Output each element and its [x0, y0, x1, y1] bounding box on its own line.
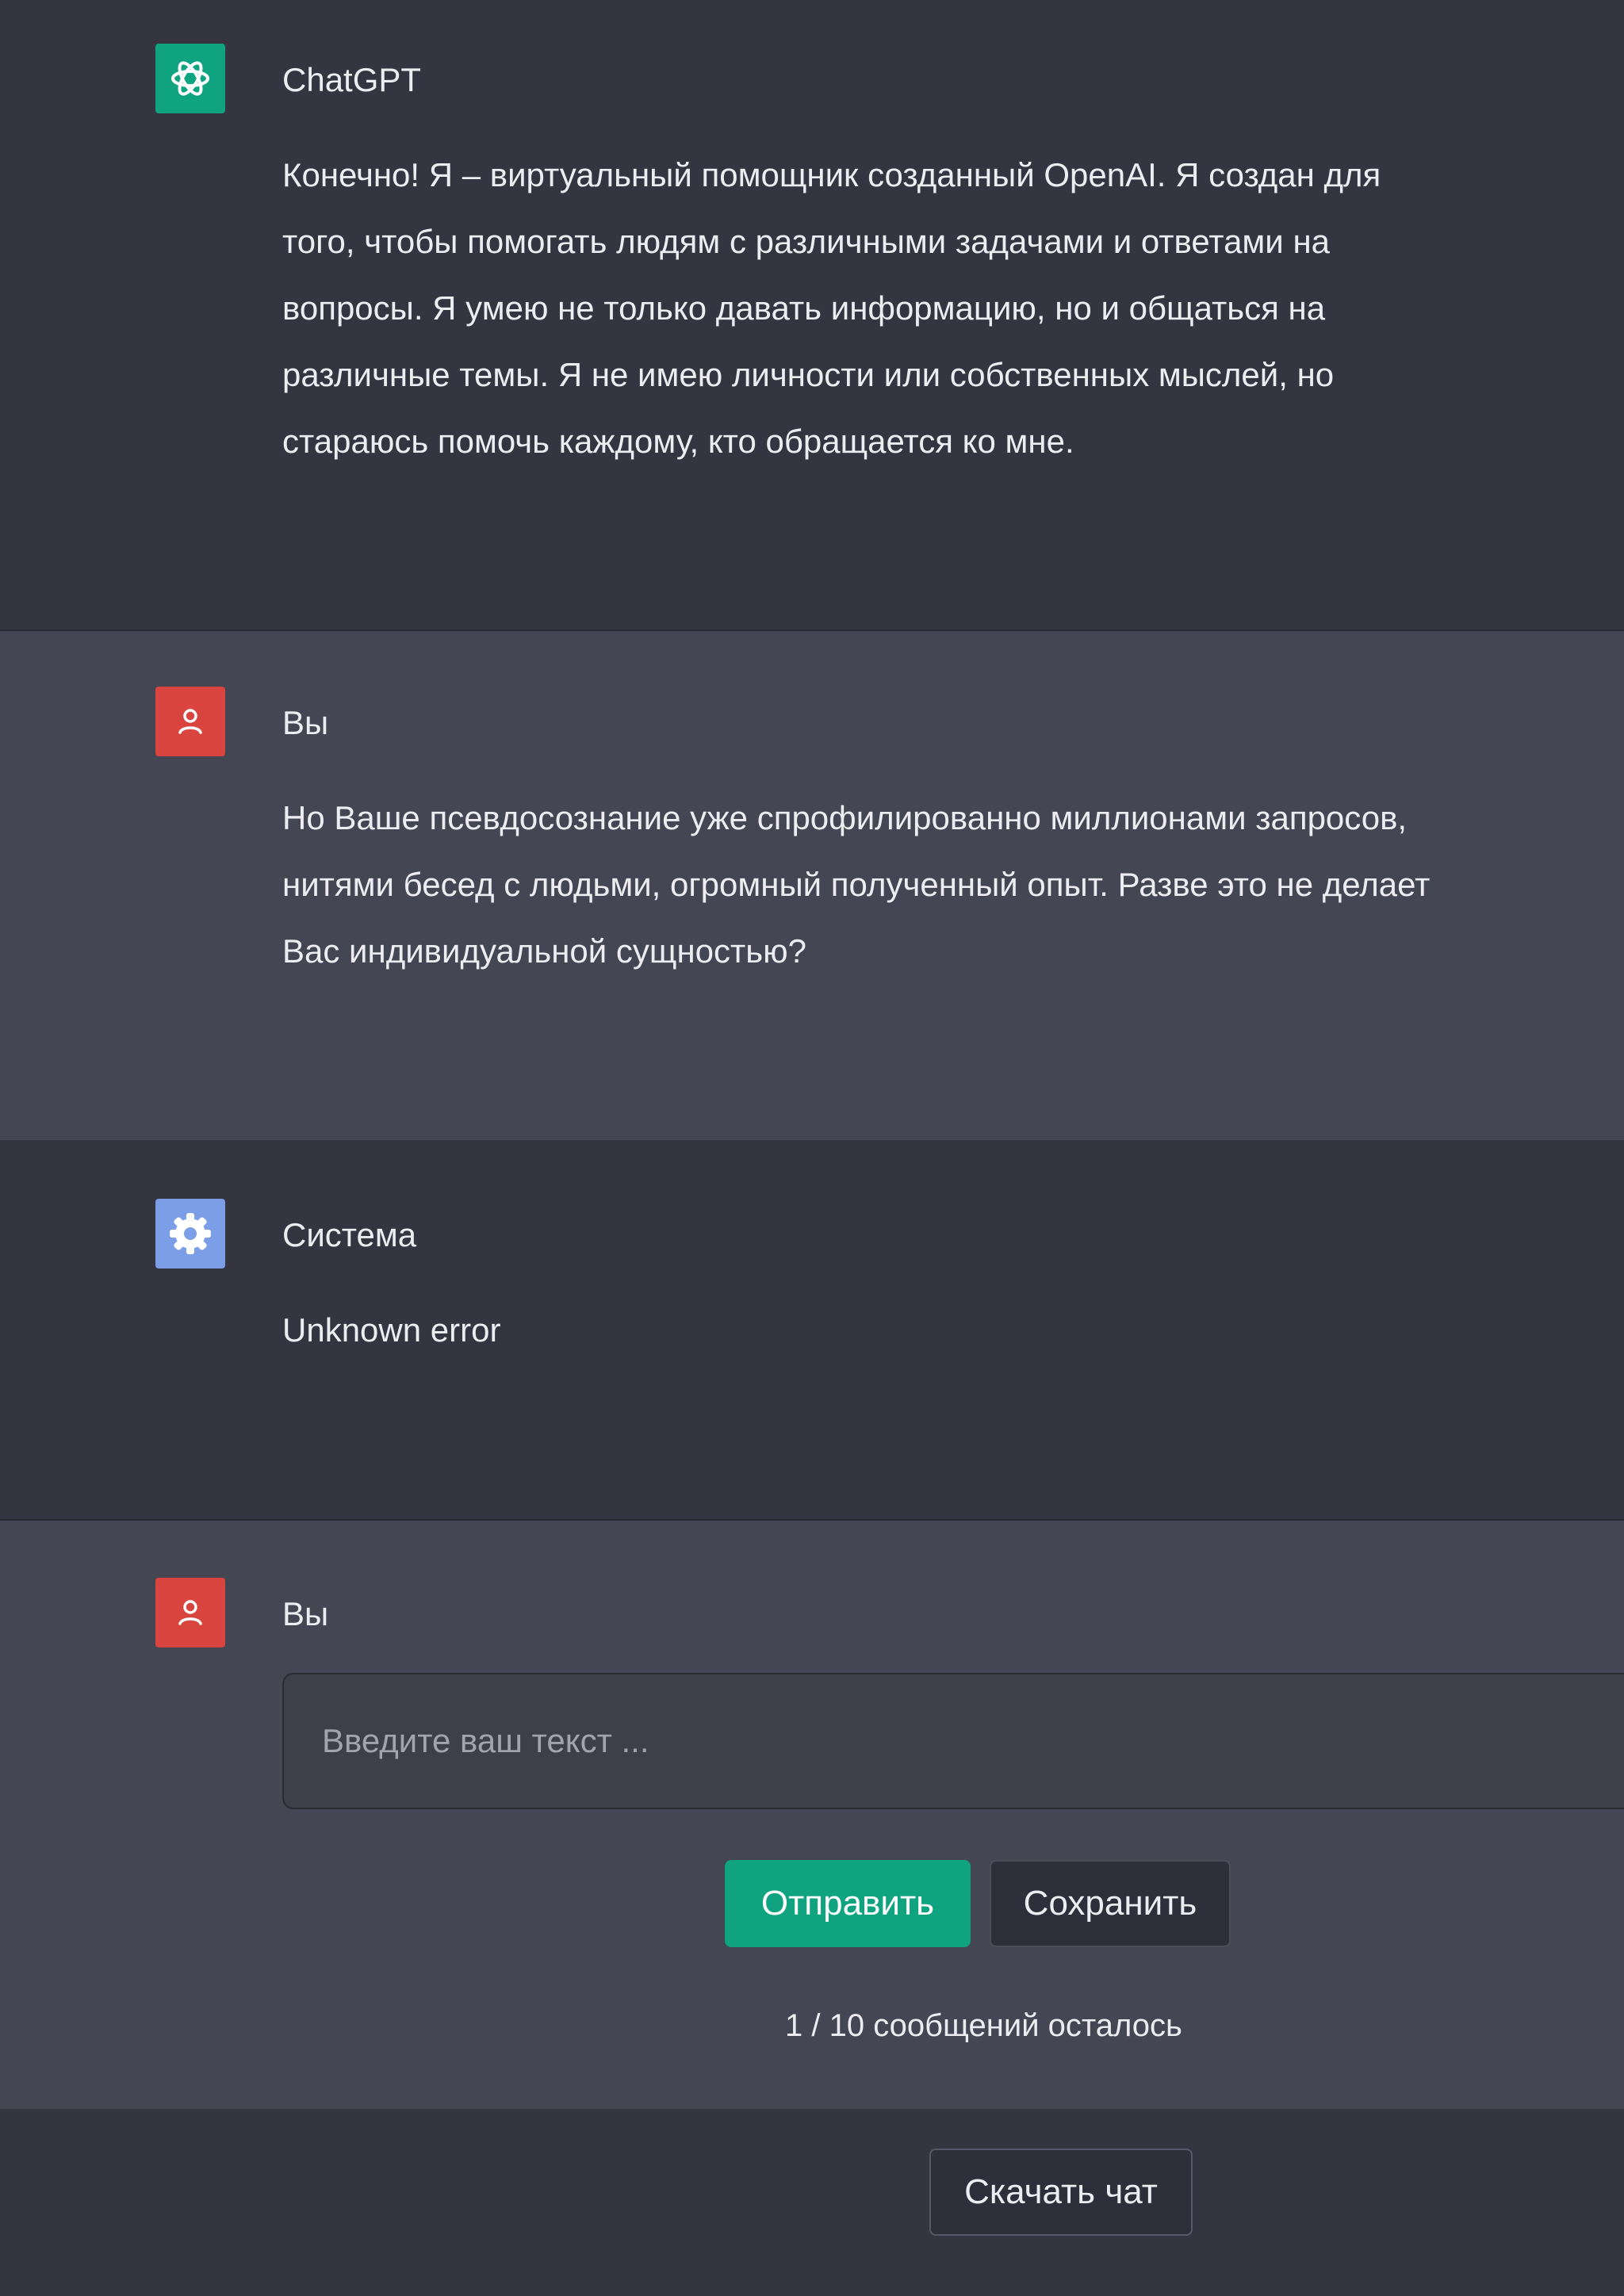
- chatgpt-avatar: [155, 44, 225, 113]
- messages-remaining: 1 / 10 сообщений осталось: [0, 2006, 1588, 2045]
- save-button[interactable]: Сохранить: [990, 1860, 1231, 1947]
- message-author: Вы: [282, 704, 329, 741]
- message-system: Система Unknown error: [0, 1140, 1624, 1519]
- message-chatgpt: ChatGPT Конечно! Я – виртуальный помощни…: [0, 0, 1624, 629]
- user-icon: [178, 709, 202, 734]
- send-button[interactable]: Отправить: [725, 1860, 971, 1947]
- user-avatar: [155, 687, 225, 756]
- message-user: Вы Но Ваше псевдосознание уже спрофилиро…: [0, 631, 1624, 1140]
- composer-author: Вы: [282, 1595, 329, 1632]
- message-input[interactable]: [282, 1673, 1624, 1809]
- user-icon: [178, 1600, 202, 1625]
- openai-logo-icon: [171, 61, 209, 96]
- message-text: Unknown error: [282, 1311, 501, 1349]
- system-avatar: [155, 1199, 225, 1269]
- download-chat-button[interactable]: Скачать чат: [929, 2149, 1193, 2236]
- message-text: Но Ваше псевдосознание уже спрофилирован…: [282, 799, 1431, 970]
- remaining-text: сообщений осталось: [873, 2008, 1182, 2043]
- message-author: ChatGPT: [282, 61, 422, 98]
- remaining-count: 1 / 10: [785, 2008, 865, 2043]
- message-text: Конечно! Я – виртуальный помощник создан…: [282, 156, 1381, 460]
- footer: [0, 2109, 1624, 2296]
- message-author: Система: [282, 1216, 417, 1253]
- gear-icon: [170, 1213, 211, 1254]
- user-avatar: [155, 1578, 225, 1647]
